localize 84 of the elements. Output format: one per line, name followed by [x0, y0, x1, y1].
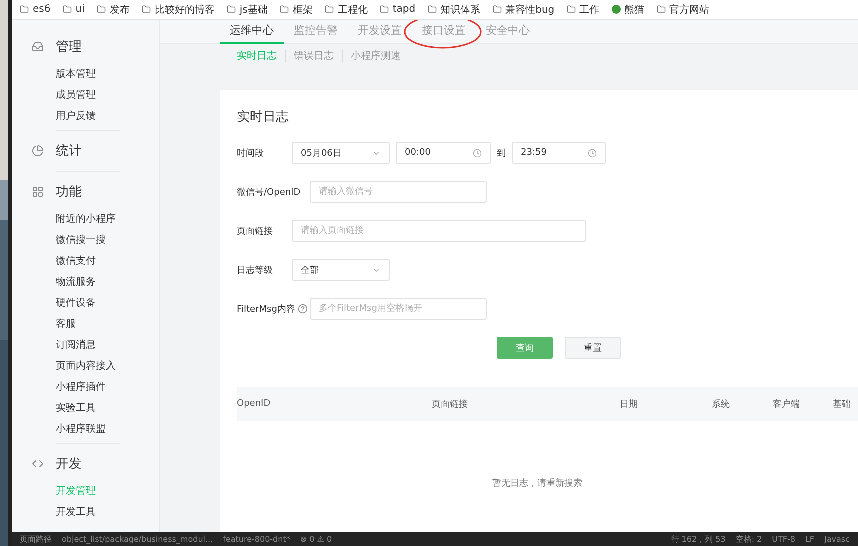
sidebar-item[interactable]: 客服 [56, 314, 159, 335]
bookmark[interactable]: 工程化 [324, 2, 368, 16]
status-text: 页面路径 [20, 534, 52, 544]
sidebar-item[interactable]: 订阅消息 [56, 335, 159, 356]
input-field[interactable]: 请输入页面链接 [292, 220, 586, 242]
bookmark[interactable]: 比较好的博客 [142, 2, 215, 16]
folder-icon [566, 5, 576, 14]
column-header: 页面链接 [432, 398, 469, 410]
level-select[interactable]: 全部 [292, 259, 390, 281]
code-icon [32, 458, 44, 470]
pie-chart-icon [32, 145, 44, 157]
folder-icon [324, 5, 334, 14]
folder-icon [380, 5, 389, 14]
sidebar-item[interactable]: 页面内容接入 [56, 356, 159, 377]
card-title: 实时日志 [237, 109, 290, 126]
bookmark[interactable]: 熊猫 [612, 2, 645, 16]
folder-icon [656, 5, 666, 14]
column-header: 客户端 [773, 398, 801, 410]
folder-icon [96, 5, 106, 14]
field-label: 微信号/OpenID [237, 186, 302, 198]
field-label: 日志等级 [237, 264, 274, 276]
date-select[interactable]: 05月06日 [292, 142, 390, 164]
bookmark[interactable]: 发布 [96, 2, 130, 16]
folder-icon [20, 5, 29, 14]
section-title: 开发 [56, 456, 82, 473]
reset-button[interactable]: 重置 [565, 337, 621, 359]
section-title: 管理 [56, 39, 82, 56]
status-text: Javasc [824, 534, 850, 544]
column-header: 日期 [620, 398, 639, 410]
inbox-icon [32, 41, 44, 53]
folder-icon [142, 5, 151, 14]
status-text: 行 162，列 53 [671, 534, 726, 544]
bookmark[interactable]: 官方网站 [656, 2, 710, 16]
folder-icon [492, 5, 502, 14]
folder-icon [280, 5, 289, 14]
sidebar-item[interactable]: 小程序联盟 [56, 419, 159, 440]
status-text: UTF-8 [772, 534, 796, 544]
folder-icon [62, 5, 72, 14]
tab[interactable]: 运维中心 [220, 20, 284, 44]
column-header: 系统 [712, 398, 731, 410]
column-header: OpenID [237, 399, 272, 409]
sidebar-item[interactable]: 附近的小程序 [56, 209, 159, 230]
bookmark[interactable]: js基础 [226, 2, 268, 16]
sidebar-item[interactable]: 小程序插件 [56, 377, 159, 398]
sidebar-item[interactable]: 成员管理 [56, 85, 159, 106]
status-text: 空格: 2 [736, 534, 762, 544]
sidebar-item[interactable]: 版本管理 [56, 64, 159, 85]
time-field[interactable]: 23:59 [512, 142, 606, 164]
clock-icon [588, 148, 597, 158]
bookmark[interactable]: 框架 [280, 2, 313, 16]
clock-icon [473, 148, 482, 158]
section-title: 统计 [56, 143, 82, 160]
sidebar-item[interactable]: 微信支付 [56, 251, 159, 272]
site-icon [612, 5, 621, 14]
bookmark[interactable]: 兼容性bug [492, 2, 555, 16]
sidebar-item[interactable]: 实验工具 [56, 398, 159, 419]
field-label: 时间段 [237, 148, 265, 160]
bookmark[interactable]: 知识体系 [428, 2, 481, 16]
sidebar-item[interactable]: 用户反馈 [56, 106, 159, 127]
folder-icon [428, 5, 437, 14]
section-title: 功能 [56, 184, 82, 201]
field-label: FilterMsg内容 [237, 302, 310, 316]
field-label: 页面链接 [237, 226, 274, 238]
sidebar-item[interactable]: 开发工具 [56, 502, 159, 523]
empty-message: 暂无日志，请重新搜索 [492, 478, 584, 490]
status-text: LF [805, 534, 815, 544]
bookmark[interactable]: 工作 [566, 2, 600, 16]
input-field[interactable]: 多个FilterMsg用空格隔开 [310, 298, 487, 320]
sidebar-item[interactable]: 物流服务 [56, 272, 159, 293]
time-field[interactable]: 00:00 [396, 142, 491, 164]
to-label: 到 [497, 148, 506, 160]
column-header: 基础 [833, 398, 852, 410]
sidebar-item[interactable]: 微信搜一搜 [56, 230, 159, 251]
bookmark[interactable]: ui [62, 4, 85, 15]
status-text: feature-800-dnt* [223, 534, 290, 544]
folder-icon [226, 5, 236, 14]
bookmark[interactable]: tapd [380, 4, 416, 15]
help-icon[interactable] [298, 304, 308, 314]
sidebar-item[interactable]: 硬件设备 [56, 293, 159, 314]
bookmark[interactable]: es6 [20, 4, 51, 15]
input-field[interactable]: 请输入微信号 [310, 181, 487, 203]
status-text: ⊗ 0 ⚠ 0 [300, 534, 332, 544]
grid-icon [32, 186, 44, 198]
status-text: object_list/package/business_modul... [62, 534, 214, 544]
